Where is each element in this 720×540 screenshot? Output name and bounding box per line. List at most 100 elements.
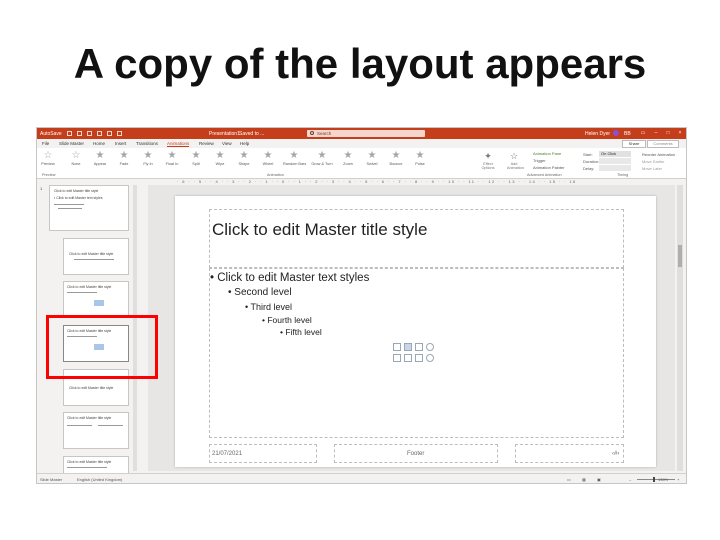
anim-swivel[interactable]: ★ Swivel: [361, 150, 383, 174]
bullet-level-5[interactable]: • Fifth level: [280, 327, 322, 337]
view-label: Slide Master: [40, 477, 63, 482]
date-placeholder[interactable]: 21/07/2021: [209, 444, 317, 463]
slideshow-icon[interactable]: ▣: [597, 477, 601, 482]
bullet-level-2[interactable]: • Second level: [228, 287, 292, 298]
zoom-slider[interactable]: [637, 479, 675, 480]
content-placeholder[interactable]: • Click to edit Master text styles • Sec…: [209, 268, 624, 438]
anim-split[interactable]: ★ Split: [185, 150, 207, 174]
move-later-button[interactable]: Move Later: [642, 166, 662, 171]
chart-icon[interactable]: [404, 343, 412, 351]
effect-options-button[interactable]: ✦ Effect Options: [481, 151, 495, 171]
preview-button[interactable]: ☆ Preview: [37, 150, 59, 174]
tab-transitions[interactable]: Transitions: [136, 141, 158, 146]
close-icon[interactable]: ×: [677, 130, 683, 136]
share-button[interactable]: Share: [622, 140, 646, 148]
user-name[interactable]: Helen Dyer: [585, 131, 610, 137]
duration-field[interactable]: [599, 158, 631, 164]
slide-sorter-icon[interactable]: ▦: [582, 477, 586, 482]
smartart-icon[interactable]: [415, 343, 423, 351]
move-earlier-button[interactable]: Move Earlier: [642, 159, 664, 164]
trigger-button[interactable]: Trigger: [533, 158, 546, 163]
zoom-in-icon[interactable]: +: [677, 477, 679, 482]
anim-wipe[interactable]: ★ Wipe: [209, 150, 231, 174]
tab-home[interactable]: Home: [93, 141, 105, 146]
tab-animations[interactable]: Animations: [167, 141, 190, 147]
anim-random-bars[interactable]: ★ Random Bars: [283, 150, 306, 174]
undo-icon[interactable]: [87, 131, 92, 136]
tab-view[interactable]: View: [222, 141, 232, 146]
start-dropdown[interactable]: On Click: [599, 151, 631, 157]
online-picture-icon[interactable]: [404, 354, 412, 362]
redo-icon[interactable]: [97, 131, 102, 136]
bullet-level-1[interactable]: • Click to edit Master text styles: [210, 272, 369, 284]
anim-shape[interactable]: ★ Shape: [233, 150, 255, 174]
toggle-icon[interactable]: [67, 131, 72, 136]
zoom-slider-knob[interactable]: [653, 477, 655, 482]
layout-thumbnail[interactable]: Click to edit Master title style: [63, 238, 129, 275]
effect-options-icon: ✦: [484, 151, 492, 161]
zoom-out-icon[interactable]: –: [629, 477, 631, 482]
anim-zoom[interactable]: ★ Zoom: [337, 150, 359, 174]
bullet-level-4[interactable]: • Fourth level: [262, 315, 312, 325]
normal-view-icon[interactable]: ▭: [567, 477, 571, 482]
star-icon: ★: [343, 150, 353, 161]
layout-thumbnail[interactable]: Click to edit Master title style: [63, 412, 129, 449]
master-title[interactable]: Click to edit Master title style: [212, 220, 427, 240]
master-thumbnail[interactable]: Click to edit Master title style • Click…: [49, 185, 129, 231]
start-label: Start:: [583, 152, 593, 157]
anim-bounce[interactable]: ★ Bounce: [385, 150, 407, 174]
tab-help[interactable]: Help: [240, 141, 249, 146]
page-number-placeholder[interactable]: ‹#›: [515, 444, 624, 463]
star-icon: ★: [239, 150, 249, 161]
language-label[interactable]: English (United Kingdom): [77, 477, 122, 482]
star-icon: ★: [215, 150, 225, 161]
tab-insert[interactable]: Insert: [115, 141, 126, 146]
footer-placeholder[interactable]: Footer: [334, 444, 498, 463]
anim-fade[interactable]: ★ Fade: [113, 150, 135, 174]
layout-thumbnail[interactable]: Click to edit Master title style: [63, 281, 129, 318]
maximize-icon[interactable]: □: [665, 130, 671, 136]
zoom-level[interactable]: 130%: [658, 477, 668, 482]
search-placeholder: Search: [317, 131, 332, 136]
account-initials: BB: [624, 131, 631, 137]
title-placeholder[interactable]: Click to edit Master title style: [209, 209, 624, 268]
picture-icon[interactable]: [393, 354, 401, 362]
anim-appear[interactable]: ★ Appear: [89, 150, 111, 174]
star-icon: ★: [119, 150, 129, 161]
anim-pulse[interactable]: ★ Pulse: [409, 150, 431, 174]
ribbon-display-icon[interactable]: ▭: [640, 130, 646, 136]
anim-grow-turn[interactable]: ★ Grow & Turn: [311, 150, 333, 174]
scroll-thumb[interactable]: [678, 245, 682, 267]
table-icon[interactable]: [393, 343, 401, 351]
video-icon[interactable]: [415, 354, 423, 362]
powerpoint-window: AutoSave Presentation1 Saved to ... Sear…: [36, 127, 687, 484]
present-icon[interactable]: [107, 131, 112, 136]
bullet-level-3[interactable]: • Third level: [245, 302, 292, 312]
group-advanced: Advanced Animation: [527, 173, 562, 177]
master-slide[interactable]: Click to edit Master title style • Click…: [175, 196, 656, 467]
anim-float-in[interactable]: ★ Float In: [161, 150, 183, 174]
anim-fly-in[interactable]: ★ Fly In: [137, 150, 159, 174]
tab-slide-master[interactable]: Slide Master: [59, 141, 84, 146]
add-animation-button[interactable]: ☆ Add Animation: [507, 151, 524, 171]
animation-pane-button[interactable]: Animation Pane: [533, 151, 561, 156]
customize-icon[interactable]: [117, 131, 122, 136]
delay-field[interactable]: [599, 165, 631, 171]
vertical-scrollbar[interactable]: [677, 185, 683, 471]
icons-icon[interactable]: [426, 343, 434, 351]
group-animation: Animation: [267, 173, 284, 177]
tab-file[interactable]: File: [42, 141, 49, 146]
3d-model-icon[interactable]: [426, 354, 434, 362]
minimize-icon[interactable]: –: [653, 130, 659, 136]
animation-painter-button[interactable]: Animation Painter: [533, 165, 565, 170]
comments-button[interactable]: Comments: [647, 140, 679, 148]
autosave-label[interactable]: AutoSave: [40, 131, 62, 137]
save-icon[interactable]: [77, 131, 82, 136]
delay-label: Delay:: [583, 166, 595, 171]
avatar[interactable]: [613, 130, 619, 136]
anim-wheel[interactable]: ★ Wheel: [257, 150, 279, 174]
anim-none[interactable]: ☆ None: [65, 150, 87, 174]
star-icon: ★: [95, 150, 105, 161]
tab-review[interactable]: Review: [199, 141, 214, 146]
search-box[interactable]: Search: [307, 130, 425, 137]
